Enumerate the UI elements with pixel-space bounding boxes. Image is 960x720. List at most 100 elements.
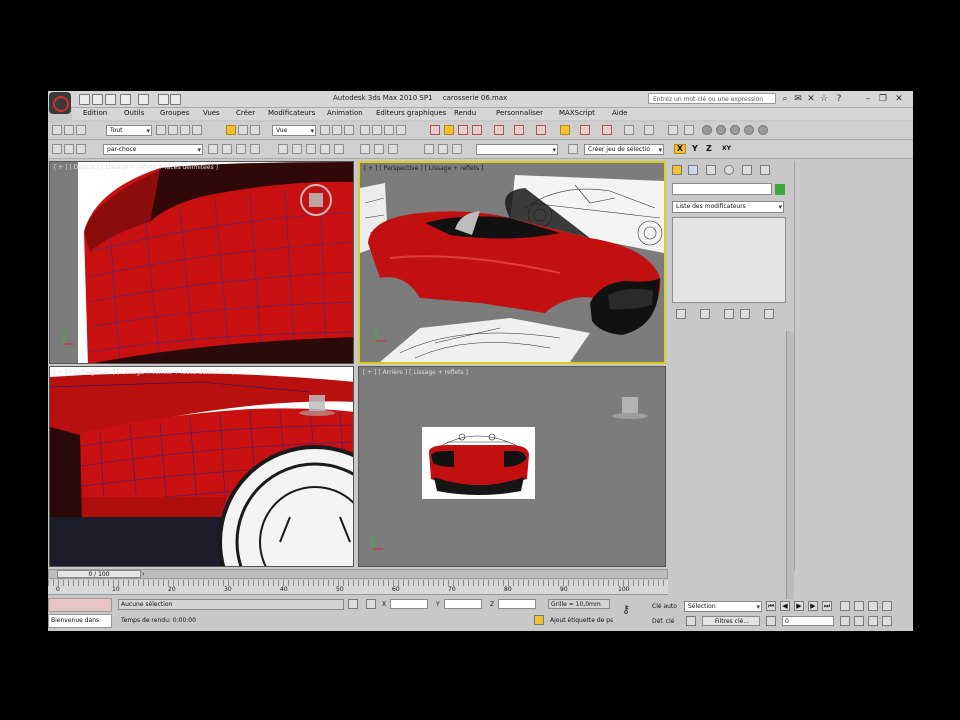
mirror-x-icon[interactable] — [424, 144, 434, 154]
dot-icon[interactable] — [702, 125, 712, 135]
menu-outils[interactable]: Outils — [124, 109, 144, 117]
minimize-icon[interactable]: – — [863, 94, 873, 104]
dot-icon[interactable] — [716, 125, 726, 135]
viewport-back-label[interactable]: [ + ] [ Arrière ] [ Lissage + reflets ] — [363, 369, 468, 376]
named-selection-field[interactable] — [476, 144, 558, 155]
manipulate-icon[interactable] — [332, 125, 342, 135]
render-setup-icon[interactable] — [580, 125, 590, 135]
z-coordinate-field[interactable] — [498, 599, 536, 609]
viewport-orthographic[interactable]: [ + ] [ Orthogonale ] [ Lissage + reflet… — [49, 366, 354, 567]
axis-x-button[interactable]: X — [674, 144, 686, 154]
modifier-list-dropdown[interactable]: Liste des modificateurs — [672, 201, 784, 213]
axis-y-button[interactable]: Y — [692, 144, 698, 153]
outline-icon[interactable] — [306, 144, 316, 154]
freeze-icon[interactable] — [64, 144, 74, 154]
remove-modifier-icon[interactable] — [740, 309, 750, 319]
zoom-extents-all-icon[interactable] — [882, 601, 892, 611]
dot-icon[interactable] — [744, 125, 754, 135]
absolute-mode-icon[interactable] — [366, 599, 376, 609]
current-frame-field[interactable]: 0 — [782, 616, 834, 626]
hierarchy-tab-icon[interactable] — [706, 165, 716, 175]
maxscript-listener[interactable] — [48, 598, 112, 612]
next-frame-arrow-icon[interactable]: › — [142, 570, 145, 578]
array-icon[interactable] — [374, 144, 384, 154]
save-icon[interactable] — [105, 94, 116, 105]
viewport-perspective[interactable]: [ + ] [ Perspective ] [ Lissage + reflet… — [358, 161, 666, 364]
select-by-name-icon[interactable] — [168, 125, 178, 135]
time-slider-thumb[interactable]: 0 / 100 — [57, 570, 141, 578]
menu-animation[interactable]: Animation — [327, 109, 363, 117]
previous-frame-icon[interactable]: ◀ — [780, 601, 790, 611]
dot-icon[interactable] — [758, 125, 768, 135]
viewport-back[interactable]: [ + ] [ Arrière ] [ Lissage + reflets ] — [358, 366, 666, 567]
extrude-icon[interactable] — [278, 144, 288, 154]
named-selection-icon[interactable] — [430, 125, 440, 135]
set-key-button[interactable]: Déf. clé — [652, 618, 674, 625]
window-crossing-icon[interactable] — [192, 125, 202, 135]
zoom-extents-icon[interactable] — [868, 601, 878, 611]
command-panel-scrollbar[interactable] — [786, 331, 794, 631]
align-icon[interactable] — [458, 125, 468, 135]
utilities-hammer-icon[interactable] — [760, 165, 770, 175]
dropdown-arrow-icon[interactable] — [170, 94, 181, 105]
time-tag-icon[interactable] — [534, 615, 544, 625]
set-key-icon[interactable] — [686, 616, 696, 626]
open-file-icon[interactable] — [92, 94, 103, 105]
menu-vues[interactable]: Vues — [203, 109, 220, 117]
key-mode-dropdown[interactable]: Sélection — [684, 601, 762, 612]
configure-sets-icon[interactable] — [764, 309, 774, 319]
go-to-end-icon[interactable]: ⏭ — [822, 601, 832, 611]
spacing-icon[interactable] — [388, 144, 398, 154]
object-name-field[interactable] — [672, 183, 772, 195]
make-unique-icon[interactable] — [724, 309, 734, 319]
select-rotate-icon[interactable] — [238, 125, 248, 135]
project-folder-icon[interactable] — [158, 94, 169, 105]
viewport-perspective-label[interactable]: [ + ] [ Perspective ] [ Lissage + reflet… — [364, 165, 483, 172]
display-tab-icon[interactable] — [742, 165, 752, 175]
x-icon[interactable]: ✕ — [806, 94, 816, 104]
axis-xy-button[interactable]: XY — [722, 145, 731, 152]
comm-center-icon[interactable]: ✉ — [793, 94, 803, 104]
orbit-icon[interactable] — [868, 616, 878, 626]
field-of-view-icon[interactable] — [854, 616, 864, 626]
viewport-top-label[interactable]: [ + ] [ Dessus ] [ Lissage + reflets + f… — [54, 164, 218, 171]
menu-rendu[interactable]: Rendu — [454, 109, 476, 117]
pin-stack-icon[interactable] — [676, 309, 686, 319]
go-to-start-icon[interactable]: ⏮ — [766, 601, 776, 611]
key-icon[interactable]: ⚷ — [622, 603, 630, 616]
menu-personnaliser[interactable]: Personnaliser — [496, 109, 543, 117]
lock-selection-icon[interactable] — [348, 599, 358, 609]
edit-named-selection-icon[interactable] — [568, 144, 578, 154]
modify-tab-icon[interactable] — [688, 165, 698, 175]
auto-key-button[interactable]: Clé auto — [652, 603, 677, 610]
axis-z-button[interactable]: Z — [706, 144, 712, 153]
welcome-prompt[interactable]: Bienvenue dans — [48, 614, 112, 628]
select-link-icon[interactable] — [52, 125, 62, 135]
x-coordinate-field[interactable] — [390, 599, 428, 609]
layer-dropdown[interactable]: par-choce — [103, 144, 203, 155]
render-production-icon[interactable] — [644, 125, 654, 135]
zoom-icon[interactable] — [840, 601, 850, 611]
menu-edition[interactable]: Edition — [83, 109, 107, 117]
rendered-frame-icon[interactable] — [602, 125, 612, 135]
add-time-tag-button[interactable]: Ajout étiquette de ps — [550, 617, 613, 624]
help-icon[interactable]: ? — [834, 94, 844, 104]
viewport-top[interactable]: [ + ] [ Dessus ] [ Lissage + reflets + f… — [49, 161, 354, 364]
select-move-icon[interactable] — [226, 125, 236, 135]
key-filters-button[interactable]: Filtres clé... — [702, 616, 760, 626]
zoom-all-icon[interactable] — [854, 601, 864, 611]
angle-snap-icon[interactable] — [372, 125, 382, 135]
viewport-orthographic-label[interactable]: [ + ] [ Orthogonale ] [ Lissage + reflet… — [54, 369, 234, 376]
hide-icon[interactable] — [76, 144, 86, 154]
menu-modificateurs[interactable]: Modificateurs — [268, 109, 315, 117]
play-icon[interactable]: ▶ — [794, 601, 804, 611]
graphite-tools-icon[interactable] — [494, 125, 504, 135]
motion-tab-icon[interactable] — [724, 165, 734, 175]
curve-editor-icon[interactable] — [514, 125, 524, 135]
modifier-stack[interactable] — [672, 217, 786, 303]
reference-coord-dropdown[interactable]: Vue — [272, 125, 316, 136]
binoculars-icon[interactable]: ⌕ — [780, 94, 790, 104]
viewport-layout-icon[interactable] — [668, 125, 678, 135]
bind-space-warp-icon[interactable] — [76, 125, 86, 135]
inset-icon[interactable] — [320, 144, 330, 154]
